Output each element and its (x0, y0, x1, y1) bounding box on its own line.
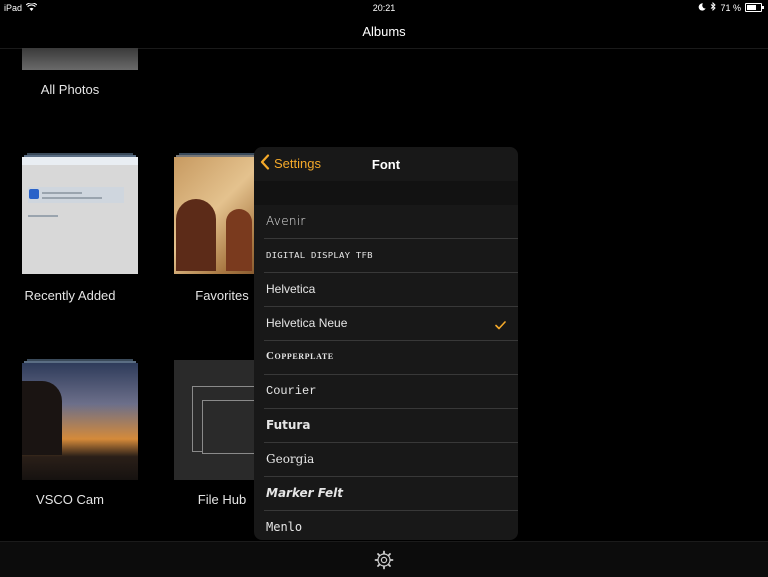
font-name: Helvetica (266, 282, 316, 296)
status-time: 20:21 (372, 3, 396, 13)
thumb-line (28, 215, 58, 217)
popover-section-gap (254, 181, 518, 205)
font-name: Copperplate (266, 350, 334, 362)
font-option-helvetica-neue[interactable]: Helvetica Neue (264, 307, 518, 341)
font-option-courier[interactable]: Courier (264, 375, 518, 409)
font-name: Menlo (266, 520, 303, 534)
font-option-digital-display[interactable]: DIGITAL DISPLAY TFB (264, 239, 518, 273)
album-thumbnail (22, 48, 138, 70)
checkmark-icon (495, 317, 506, 335)
thumb-line (42, 197, 102, 199)
font-name: Avenir (266, 214, 306, 228)
album-all-photos[interactable]: All Photos (0, 48, 140, 108)
page-title: Albums (362, 24, 406, 39)
thumb-header (22, 157, 138, 165)
album-label: All Photos (40, 82, 100, 97)
font-popover: Settings Font Avenir DIGITAL DISPLAY TFB… (254, 147, 518, 540)
battery-fill (747, 5, 757, 10)
font-name: Georgia (266, 452, 315, 466)
font-option-georgia[interactable]: Georgia (264, 443, 518, 477)
battery-icon (745, 3, 764, 12)
gear-icon (374, 550, 394, 574)
album-thumbnail (22, 363, 138, 480)
font-name: Marker Felt (266, 486, 343, 500)
thumb-app-icon (29, 189, 39, 199)
album-label: VSCO Cam (36, 492, 104, 507)
nav-bar: Albums (0, 16, 768, 49)
status-right: 71 % (698, 1, 764, 13)
font-name: DIGITAL DISPLAY TFB (266, 251, 373, 261)
font-option-avenir[interactable]: Avenir (264, 205, 518, 239)
font-name: Courier (266, 384, 317, 398)
font-option-menlo[interactable]: Menlo (264, 511, 518, 540)
album-vsco-cam[interactable]: VSCO Cam (0, 359, 140, 519)
status-bar: iPad 20:21 71 % (0, 0, 768, 16)
thumb-box (28, 187, 124, 203)
album-recently-added[interactable]: Recently Added (0, 153, 140, 313)
moon-icon (698, 2, 707, 13)
font-list: Avenir DIGITAL DISPLAY TFB Helvetica Hel… (254, 205, 518, 540)
font-option-futura[interactable]: Futura (264, 409, 518, 443)
battery-percent: 71 % (720, 2, 741, 13)
album-label: Recently Added (24, 288, 116, 303)
font-name: Futura (266, 418, 311, 432)
thumb-door (226, 209, 252, 271)
bluetooth-icon (710, 1, 717, 13)
font-option-helvetica[interactable]: Helvetica (264, 273, 518, 307)
font-option-marker-felt[interactable]: Marker Felt (264, 477, 518, 511)
thumb-line (42, 192, 82, 194)
thumb-door (176, 199, 216, 271)
bottom-toolbar (0, 541, 768, 577)
font-name: Helvetica Neue (266, 316, 348, 330)
font-option-copperplate[interactable]: Copperplate (264, 341, 518, 375)
thumb-rock (22, 381, 62, 455)
settings-button[interactable] (374, 550, 394, 570)
album-thumbnail (22, 157, 138, 274)
popover-header: Settings Font (254, 147, 518, 181)
popover-title: Font (371, 157, 401, 172)
